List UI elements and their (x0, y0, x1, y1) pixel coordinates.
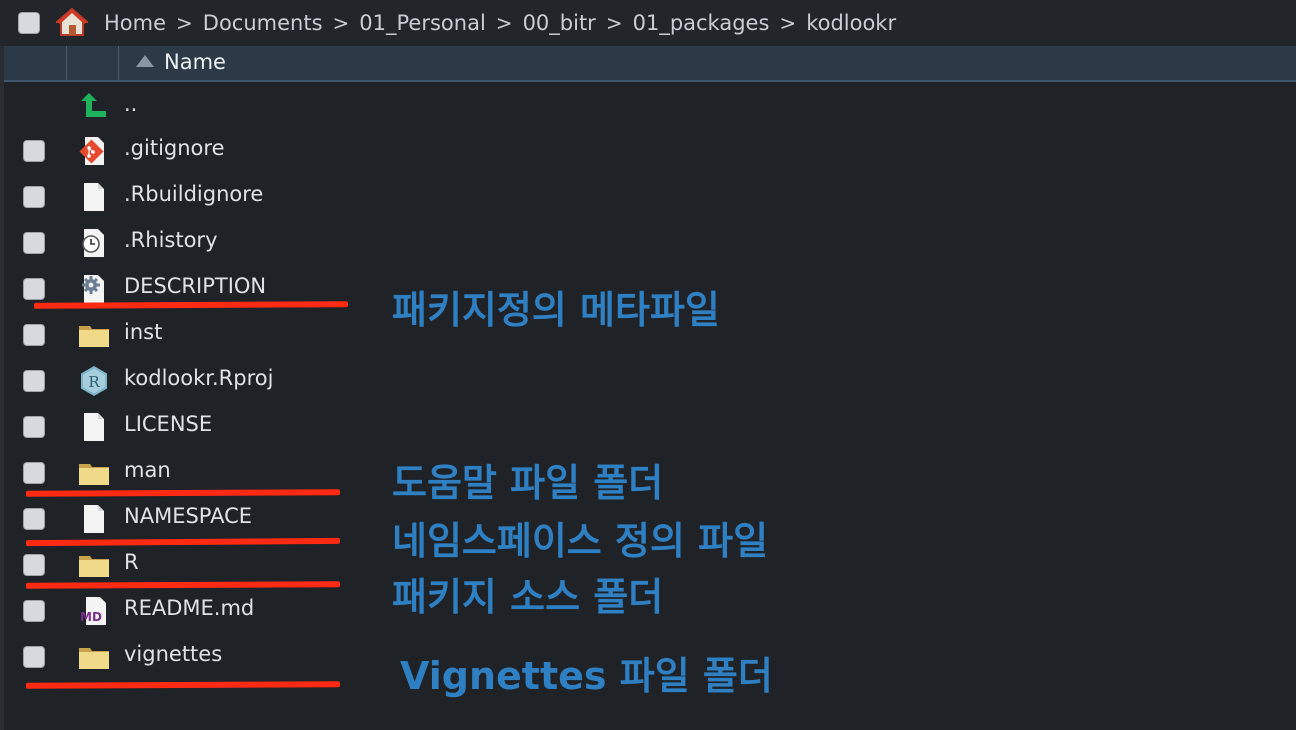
file-checkbox[interactable] (23, 186, 45, 208)
file-name[interactable]: R (124, 550, 139, 574)
file-row[interactable]: .Rbuildignore (0, 174, 700, 220)
blank-file-icon (84, 183, 104, 211)
folder-icon (79, 648, 109, 669)
file-name[interactable]: README.md (124, 596, 254, 620)
file-checkbox[interactable] (23, 600, 45, 622)
icon-column-header (66, 46, 119, 80)
folder-icon (79, 556, 109, 577)
file-checkbox[interactable] (23, 416, 45, 438)
file-name[interactable]: DESCRIPTION (124, 274, 266, 298)
file-row[interactable]: LICENSE (0, 404, 700, 450)
file-name[interactable]: .Rhistory (124, 228, 218, 252)
breadcrumb-separator: > (332, 11, 350, 35)
parent-directory-arrow-icon (81, 93, 106, 117)
file-checkbox[interactable] (23, 462, 45, 484)
file-name[interactable]: .Rbuildignore (124, 182, 263, 206)
file-list-header: Name (4, 46, 1296, 82)
folder-icon (79, 326, 109, 347)
breadcrumb-documents[interactable]: Documents (203, 11, 323, 35)
file-name[interactable]: .. (124, 92, 137, 116)
name-column-header[interactable]: Name (164, 50, 226, 74)
breadcrumb-separator: > (176, 11, 193, 35)
annotation-man: 도움말 파일 폴더 (392, 461, 664, 505)
file-name[interactable]: LICENSE (124, 412, 212, 436)
blank-file-icon (84, 413, 104, 441)
sort-ascending-icon[interactable] (136, 55, 154, 67)
annotation-namespace: 네임스페이스 정의 파일 (392, 519, 769, 563)
blank-file-icon (84, 505, 104, 533)
breadcrumb-01-packages[interactable]: 01_packages (633, 11, 770, 35)
svg-text:MD: MD (80, 610, 102, 624)
r-project-icon: R (81, 366, 107, 396)
history-file-icon (82, 229, 104, 257)
file-checkbox[interactable] (23, 508, 45, 530)
file-name[interactable]: .gitignore (124, 136, 225, 160)
home-icon[interactable] (56, 7, 88, 37)
file-name[interactable]: man (124, 458, 171, 482)
file-checkbox[interactable] (23, 140, 45, 162)
breadcrumb-separator: > (779, 11, 797, 35)
file-row[interactable]: R kodlookr.Rproj (0, 358, 700, 404)
file-name[interactable]: NAMESPACE (124, 504, 252, 528)
file-name[interactable]: kodlookr.Rproj (124, 366, 273, 390)
breadcrumb-01-personal[interactable]: 01_Personal (359, 11, 486, 35)
file-row[interactable]: .Rhistory (0, 220, 700, 266)
breadcrumb-kodlookr[interactable]: kodlookr (806, 11, 896, 35)
breadcrumb-home[interactable]: Home (104, 11, 166, 35)
file-checkbox[interactable] (23, 324, 45, 346)
annotation-r: 패키지 소스 폴더 (392, 575, 664, 619)
file-row[interactable]: .gitignore (0, 128, 700, 174)
file-name[interactable]: vignettes (124, 642, 222, 666)
file-name[interactable]: inst (124, 320, 162, 344)
breadcrumb-00-bitr[interactable]: 00_bitr (523, 11, 596, 35)
breadcrumb-separator: > (605, 11, 623, 35)
file-checkbox[interactable] (23, 278, 45, 300)
checkbox-column-header (4, 46, 67, 80)
folder-icon (79, 464, 109, 485)
gear-file-icon (82, 275, 104, 303)
breadcrumb-bar: Home > Documents > 01_Personal > 00_bitr… (0, 0, 1296, 47)
annotation-underline-vignettes (25, 681, 341, 689)
breadcrumb: Home > Documents > 01_Personal > 00_bitr… (104, 0, 896, 46)
file-checkbox[interactable] (23, 646, 45, 668)
select-all-checkbox[interactable] (18, 12, 40, 34)
annotation-description: 패키지정의 메타파일 (392, 288, 720, 332)
file-checkbox[interactable] (23, 232, 45, 254)
git-file-icon (79, 137, 104, 165)
annotation-vignettes: Vignettes 파일 폴더 (400, 654, 773, 698)
breadcrumb-separator: > (495, 11, 513, 35)
svg-text:R: R (88, 373, 100, 391)
file-checkbox[interactable] (23, 554, 45, 576)
file-row-parent[interactable]: .. (0, 84, 700, 130)
file-checkbox[interactable] (23, 370, 45, 392)
markdown-file-icon: MD (80, 597, 106, 625)
